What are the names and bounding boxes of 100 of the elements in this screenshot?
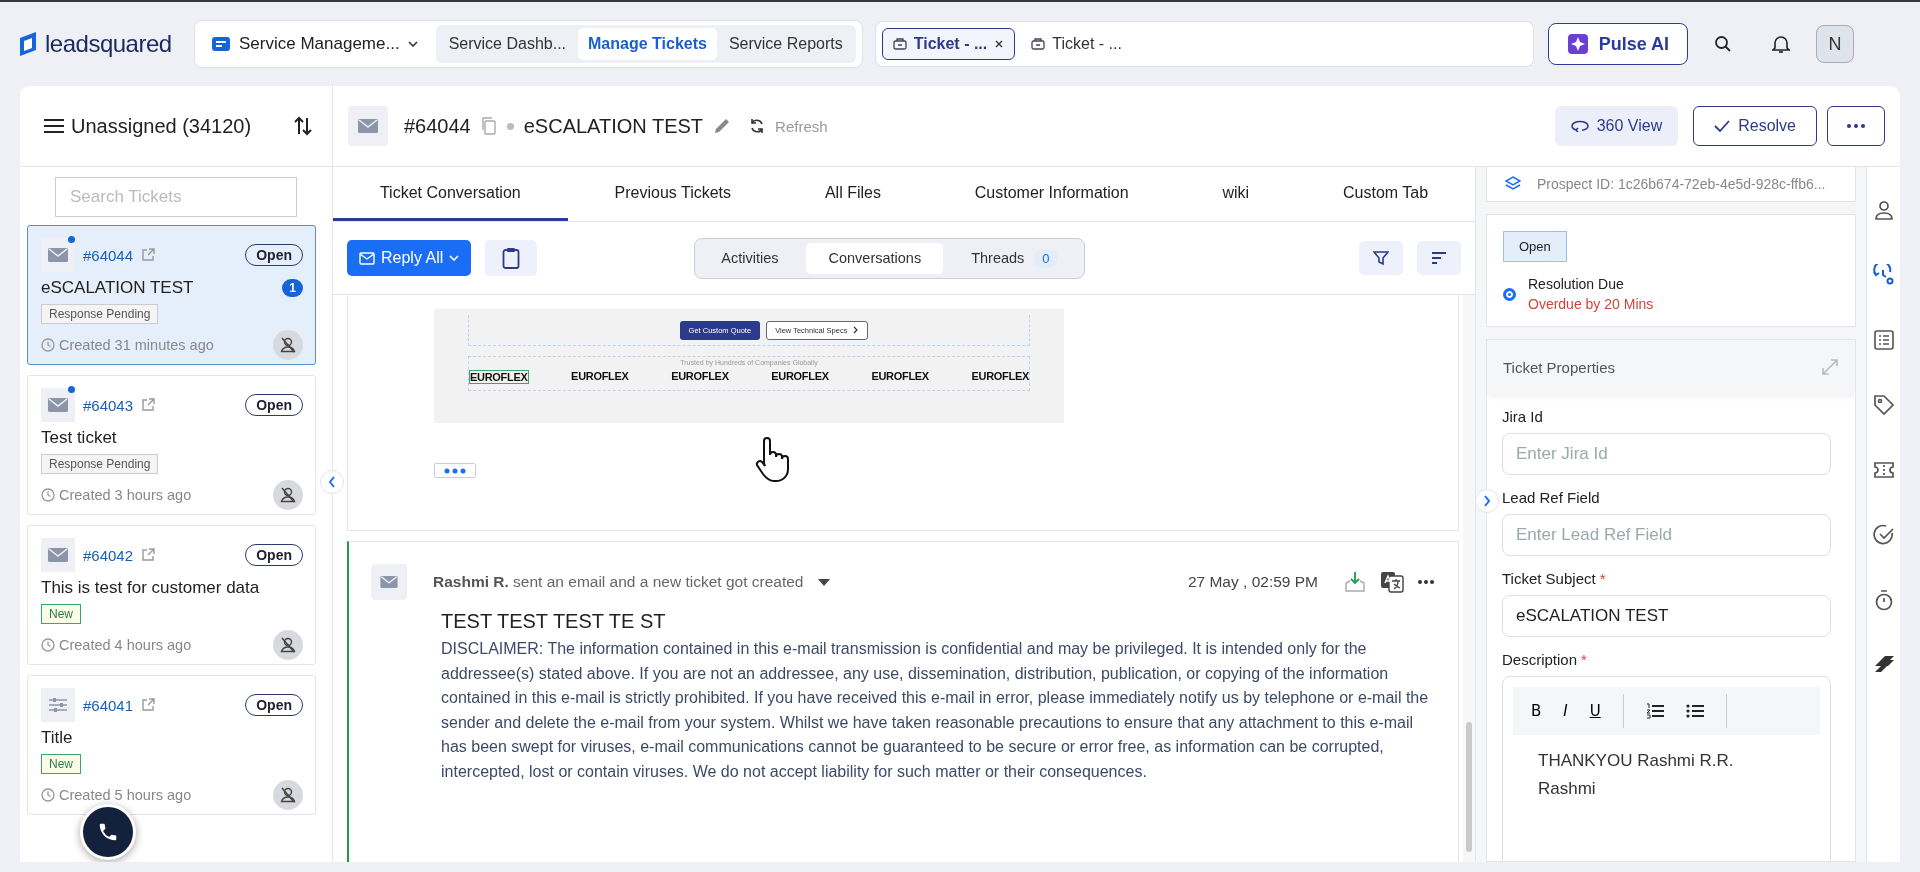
external-link-icon[interactable] [141, 698, 156, 712]
ticket-id-link[interactable]: #64043 [83, 396, 134, 414]
ticket-subject: Test ticket [41, 428, 117, 448]
external-link-icon[interactable] [141, 548, 156, 562]
close-icon[interactable] [994, 39, 1005, 49]
list-icon[interactable] [1872, 329, 1895, 351]
more-button[interactable] [1827, 106, 1885, 146]
rich-text-editor[interactable]: B I U THANKYOU Rashmi R.R. Rashmi [1502, 676, 1831, 861]
segment-tab[interactable]: Threads 0 [949, 242, 1080, 274]
translate-icon[interactable] [1380, 571, 1404, 593]
ticket-type-icon [41, 688, 75, 722]
overdue-text: Overdue by 20 Mins [1528, 296, 1654, 312]
briefcase-icon [1031, 38, 1046, 50]
created-time: Created 31 minutes ago [59, 337, 214, 353]
segment-tab[interactable]: Conversations [806, 242, 944, 274]
download-icon[interactable] [1344, 571, 1366, 593]
unassigned-user-icon[interactable] [273, 780, 303, 810]
ticket-icon[interactable] [1872, 459, 1895, 481]
message-header: Rashmi R. sent an email and a new ticket got created [433, 573, 804, 591]
external-link-icon[interactable] [141, 398, 156, 412]
filter-icon [1373, 250, 1389, 266]
input-field[interactable]: Enter Lead Ref Field [1502, 514, 1831, 556]
clock-icon [41, 338, 55, 352]
scrollbar[interactable] [1463, 295, 1475, 862]
ticket-tab[interactable]: Ticket - ... [1021, 29, 1132, 59]
expand-dots-button[interactable] [434, 463, 476, 478]
resolve-button[interactable]: Resolve [1693, 106, 1817, 146]
nav-tab[interactable]: Service Reports [718, 28, 853, 60]
menu-icon[interactable] [43, 118, 65, 134]
format-button[interactable]: U [1589, 702, 1601, 720]
ticket-tab[interactable]: Ticket - ... [881, 28, 1016, 60]
company-logo: EUROFLEX [469, 370, 529, 384]
collapse-button[interactable] [320, 470, 344, 494]
caret-icon [407, 41, 418, 47]
ticket-id-link[interactable]: #64042 [83, 546, 134, 564]
ticket-card[interactable]: #64041 Open Title New Created 5 hours ago [27, 675, 316, 815]
nav-tab[interactable]: Manage Tickets [578, 28, 717, 60]
ticket-card[interactable]: #64042 Open This is test for customer data New Created 4 hours ago [27, 525, 316, 665]
unassigned-user-icon[interactable] [273, 630, 303, 660]
ticket-id: #64044 [404, 114, 471, 138]
filter-button[interactable] [1359, 241, 1403, 275]
ticket-type-icon [41, 238, 75, 272]
360-view-button[interactable]: 360 View [1554, 106, 1679, 146]
ticket-card[interactable]: #64043 Open Test ticket Response Pending Created 3 hours ago [27, 375, 316, 515]
check-circle-icon[interactable] [1872, 524, 1895, 546]
message-time: 27 May , 02:59 PM [1187, 573, 1318, 591]
pulse-ai-button[interactable]: Pulse AI [1547, 23, 1689, 65]
chevron-icon [328, 476, 336, 488]
input-field[interactable]: Enter Jira Id [1502, 433, 1831, 475]
nav-tab[interactable]: Service Dashb... [438, 28, 577, 60]
mail-icon [359, 251, 375, 265]
sort-button[interactable] [1417, 241, 1461, 275]
tag-icon[interactable] [1872, 394, 1895, 416]
unassigned-user-icon[interactable] [273, 330, 303, 360]
more-icon[interactable] [1418, 580, 1434, 584]
sparkle-icon [1566, 33, 1589, 55]
caret-icon[interactable] [817, 578, 830, 586]
user-avatar[interactable]: N [1816, 25, 1855, 63]
format-button[interactable]: B [1531, 702, 1542, 720]
field-label: Description * [1502, 651, 1588, 668]
numbered-list-icon[interactable] [1645, 703, 1664, 719]
chevron-icon [1483, 495, 1491, 507]
field-label: Ticket Subject * [1502, 570, 1607, 587]
ticket-type-icon [41, 538, 75, 572]
sort-icon[interactable] [294, 116, 312, 136]
rotate-icon [1570, 120, 1589, 132]
created-time: Created 5 hours ago [59, 787, 192, 803]
refresh-icon[interactable] [749, 118, 766, 134]
format-button[interactable]: I [1563, 702, 1568, 720]
ticket-card[interactable]: #64044 Open eSCALATION TEST 1 Response Pending Created 31 minutes ago [27, 225, 316, 365]
pencil-icon[interactable] [713, 117, 732, 135]
separator-dot [506, 122, 514, 130]
person-icon[interactable] [1872, 199, 1895, 221]
field-label: Jira Id [1502, 408, 1544, 425]
company-logo: EUROFLEX [671, 370, 729, 384]
section-title: Ticket Properties [1503, 358, 1615, 376]
bullet-list-icon[interactable] [1685, 703, 1704, 719]
bell-icon[interactable] [1772, 34, 1791, 54]
message-subject: TEST TEST TEST TE ST [441, 610, 667, 633]
chevron-icon [853, 326, 860, 334]
dots-icon [444, 467, 466, 474]
input-field[interactable]: eSCALATION TEST [1502, 595, 1831, 637]
created-time: Created 3 hours ago [59, 487, 192, 503]
ticket-id-link[interactable]: #64044 [83, 246, 134, 264]
ticket-subject: eSCALATION TEST [41, 278, 194, 298]
clipboard-button[interactable] [485, 240, 538, 276]
unread-count-badge: 1 [282, 279, 303, 297]
ticket-subject: Title [41, 728, 73, 748]
unassigned-user-icon[interactable] [273, 480, 303, 510]
search-icon[interactable] [1714, 35, 1733, 53]
radio-button[interactable] [1503, 287, 1516, 301]
phone-icon [97, 821, 119, 843]
search-field[interactable]: Search Tickets [55, 177, 297, 217]
sla-label: Resolution Due [1528, 276, 1625, 292]
segment-tab[interactable]: Activities [699, 242, 801, 274]
status-tag: New [41, 754, 81, 774]
message-body: DISCLAIMER: The information contained in this e-mail transmission is confidential and may be privileged. It is intended only for the addressee(s) stated above. If you are not an addressee, any use, dissemination, distribution, publication, or copying of the information contained in this e-mail is strictly prohibited. If you have received this e-mail in error, please immediately notify us by telephone or e-mail the sender and delete the e-mail from your system. Whilst we have taken reasonable precautions to ensure that any attachment to this e-mail has been swept for viruses, e-mail communications cannot be guaranteed to be secure or error free, as information can be corrupted, intercepted, lost or contain viruses. We do not accept liability for such matter or their consequences. [441, 639, 1430, 782]
reply-all-button[interactable]: Reply All [347, 240, 472, 276]
ticket-id-link[interactable]: #64041 [83, 696, 134, 714]
created-time: Created 4 hours ago [59, 637, 192, 653]
